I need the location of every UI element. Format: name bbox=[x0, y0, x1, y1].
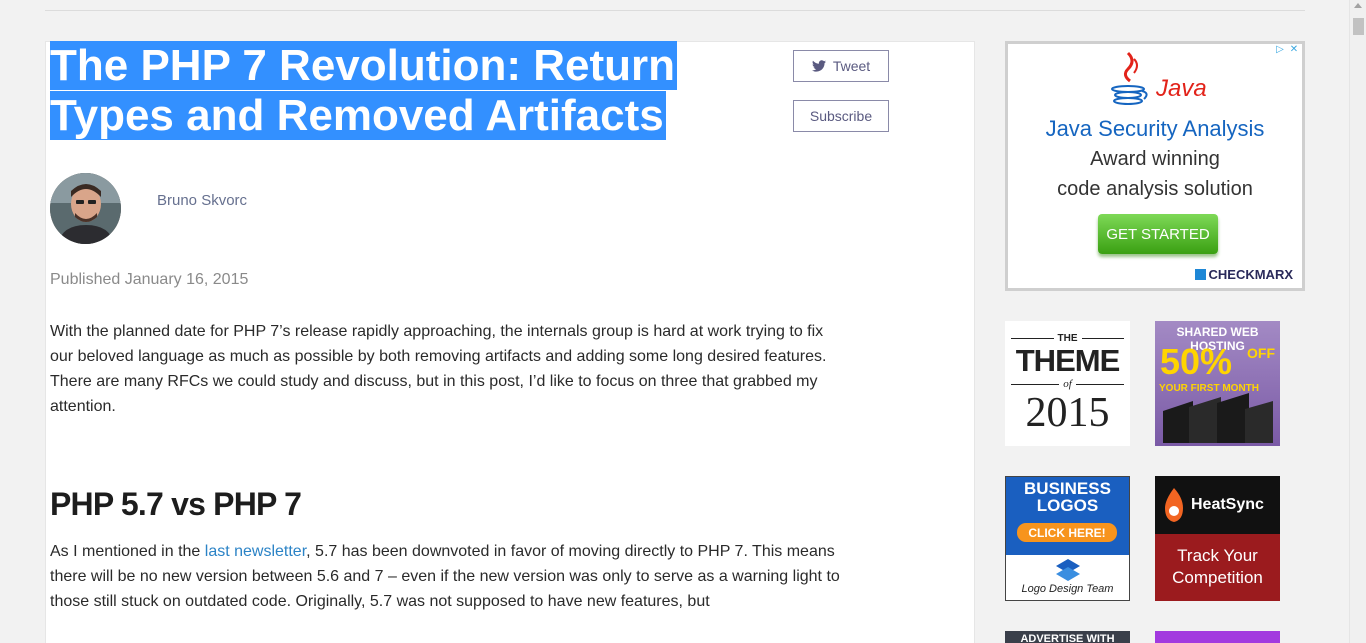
logos-ad-line-1: BUSINESS bbox=[1024, 479, 1111, 498]
logos-ad-click-here-button[interactable]: CLICK HERE! bbox=[1017, 523, 1117, 542]
java-ad-banner[interactable]: ▷ ✕ Java Java Security Analysis Award wi… bbox=[1005, 41, 1305, 291]
advertise-with-ad[interactable]: ADVERTISE WITH bbox=[1005, 631, 1130, 643]
checkmarx-icon bbox=[1194, 269, 1206, 280]
article-title-line-2: Types and Removed Artifacts bbox=[50, 91, 666, 140]
java-ad-line-2: code analysis solution bbox=[1057, 178, 1253, 200]
web-hosting-ad[interactable]: SHARED WEB HOSTING 50% OFF YOUR FIRST MO… bbox=[1155, 321, 1280, 446]
body-paragraph: As I mentioned in the last newsletter, 5… bbox=[50, 539, 840, 614]
published-date: Published January 16, 2015 bbox=[50, 271, 249, 288]
paragraph-text-before: As I mentioned in the bbox=[50, 543, 205, 560]
java-logo: Java bbox=[1108, 51, 1207, 109]
heatsync-line-1: Track Your bbox=[1177, 546, 1258, 565]
theme-of-2015-ad[interactable]: THE THEME of 2015 bbox=[1005, 321, 1130, 446]
purple-ad[interactable] bbox=[1155, 631, 1280, 643]
article-title-line-1: The PHP 7 Revolution: Return bbox=[50, 41, 678, 90]
subscribe-label: Subscribe bbox=[809, 108, 873, 124]
tweet-button[interactable]: Tweet bbox=[793, 50, 889, 82]
intro-paragraph: With the planned date for PHP 7’s releas… bbox=[50, 323, 827, 415]
heatsync-ad[interactable]: HeatSync Track Your Competition bbox=[1155, 476, 1280, 601]
section-heading: PHP 5.7 vs PHP 7 bbox=[50, 486, 302, 522]
article-title: The PHP 7 Revolution: Return Types and Re… bbox=[50, 41, 830, 141]
scroll-thumb[interactable] bbox=[1353, 18, 1364, 35]
checkmarx-label: CHECKMARX bbox=[1208, 267, 1294, 282]
tweet-label: Tweet bbox=[832, 58, 871, 74]
theme-ad-year: 2015 bbox=[1025, 390, 1110, 436]
close-icon[interactable]: ✕ bbox=[1288, 44, 1300, 56]
last-newsletter-link[interactable]: last newsletter bbox=[205, 543, 306, 560]
flame-icon bbox=[1165, 488, 1183, 522]
theme-ad-word: THEME bbox=[1015, 343, 1121, 378]
logo-design-icon bbox=[1056, 559, 1080, 581]
java-ad-line-1: Award winning bbox=[1090, 148, 1220, 170]
subscribe-button[interactable]: Subscribe bbox=[793, 100, 889, 132]
business-logos-ad[interactable]: BUSINESS LOGOS CLICK HERE! Logo Design T… bbox=[1005, 476, 1130, 601]
ad-choices[interactable]: ▷ ✕ bbox=[1274, 44, 1300, 56]
heatsync-brand: HeatSync bbox=[1191, 496, 1264, 513]
java-cup-icon bbox=[1111, 51, 1148, 105]
java-brand: Java bbox=[1156, 75, 1207, 102]
top-divider bbox=[45, 10, 1305, 11]
logos-ad-brand: Logo Design Team bbox=[1021, 583, 1114, 595]
avatar-image bbox=[50, 173, 121, 244]
checkmarx-logo: CHECKMARX bbox=[1194, 267, 1294, 282]
java-ad-headline: Java Security Analysis bbox=[1045, 116, 1265, 141]
hosting-ad-percent: 50% bbox=[1160, 341, 1233, 382]
logos-ad-line-2: LOGOS bbox=[1036, 496, 1099, 515]
advertise-ad-label: ADVERTISE WITH bbox=[1020, 633, 1115, 643]
scroll-up-arrow-icon[interactable] bbox=[1354, 3, 1362, 8]
twitter-icon bbox=[811, 60, 826, 72]
author-name[interactable]: Bruno Skvorc bbox=[157, 192, 247, 209]
heatsync-line-2: Competition bbox=[1172, 568, 1263, 587]
get-started-button[interactable]: GET STARTED bbox=[1098, 214, 1218, 254]
hosting-ad-off: OFF bbox=[1247, 345, 1275, 361]
vertical-scrollbar[interactable] bbox=[1349, 0, 1366, 643]
adchoices-icon[interactable]: ▷ bbox=[1274, 44, 1286, 56]
servers-icon bbox=[1163, 393, 1273, 443]
author-avatar[interactable] bbox=[50, 173, 121, 244]
